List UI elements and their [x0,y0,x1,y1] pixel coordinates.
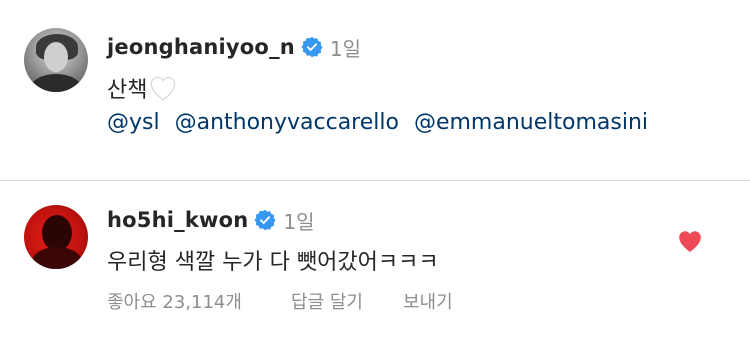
verified-badge-icon [254,209,276,231]
caption-mentions: @ysl @anthonyvaccarello @emmanueltomasin… [107,110,656,135]
caption-text-content: 산책 [107,78,148,103]
caption-block: jeonghaniyoo_n 1일 산책 @ysl @anthonyvaccar… [0,0,750,180]
caption-text: 산책 [107,72,177,104]
avatar[interactable] [24,205,88,269]
mention-link[interactable]: @ysl [107,110,160,135]
mention-link[interactable]: @emmanueltomasini [414,110,648,135]
timestamp: 1일 [283,209,315,234]
reply-button[interactable]: 답글 달기 [291,288,403,314]
white-heart-icon [151,76,176,101]
comment-text: 우리형 색깔 누가 다 뺏어갔어ㅋㅋㅋ [107,250,439,275]
red-heart-icon[interactable] [677,229,703,253]
mention-link[interactable]: @anthonyvaccarello [175,110,399,135]
divider [0,180,750,181]
send-button[interactable]: 보내기 [403,288,453,314]
username[interactable]: jeonghaniyoo_n [107,35,295,59]
comment-actions: 좋아요 23,114개 답글 달기 보내기 [107,288,453,314]
timestamp: 1일 [329,36,362,61]
verified-badge-icon [301,36,323,58]
likes-count[interactable]: 좋아요 23,114개 [107,288,291,314]
caption-header: jeonghaniyoo_n 1일 [107,30,361,64]
avatar[interactable] [24,28,88,92]
username[interactable]: ho5hi_kwon [107,208,248,232]
comment-header: ho5hi_kwon 1일 [107,203,315,237]
